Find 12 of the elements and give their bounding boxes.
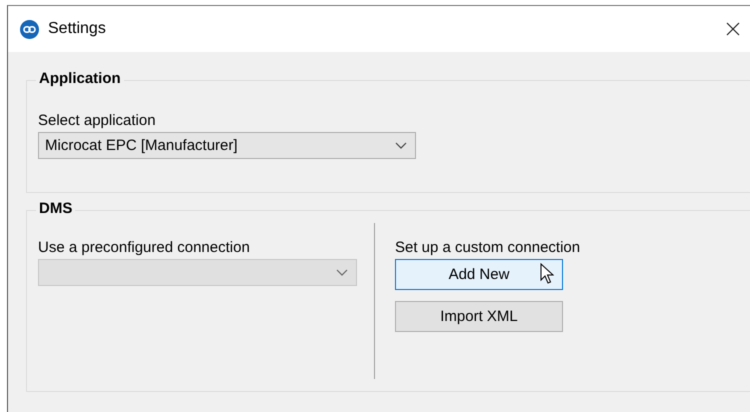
- field-label: Select application: [38, 112, 157, 129]
- app-logo-icon: [20, 20, 39, 38]
- close-icon[interactable]: [726, 22, 740, 36]
- chevron-down-icon: [336, 269, 348, 276]
- action-button[interactable]: Add New: [395, 259, 563, 290]
- chevron-down-icon: [395, 142, 407, 149]
- application-dropdown[interactable]: Microcat EPC [Manufacturer]: [38, 132, 416, 159]
- field-label: Use a preconfigured connection: [38, 239, 251, 256]
- window-title: Settings: [48, 20, 107, 38]
- action-button[interactable]: Import XML: [395, 301, 563, 332]
- field-label: Set up a custom connection: [395, 239, 580, 256]
- group-title: Application: [36, 70, 124, 87]
